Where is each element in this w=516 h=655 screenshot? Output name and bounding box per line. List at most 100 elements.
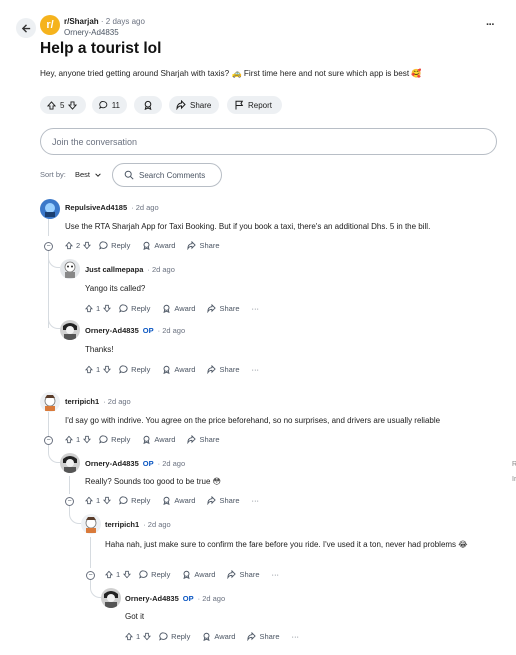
upvote-icon[interactable]	[105, 570, 113, 579]
comment-author[interactable]: Just callmepapa	[85, 265, 143, 274]
op-badge: OP	[182, 594, 194, 603]
award-label: Award	[214, 632, 236, 641]
reply-button[interactable]: Reply	[159, 632, 190, 641]
share-label: Share	[219, 365, 240, 374]
comment-text: Got it	[125, 612, 145, 621]
collapse-thread-button[interactable]: −	[44, 242, 53, 251]
downvote-icon[interactable]	[83, 435, 92, 444]
share-button[interactable]: Share	[187, 241, 220, 250]
more-options-button[interactable]: ···	[292, 632, 300, 641]
search-comments-button[interactable]: Search Comments	[112, 163, 222, 187]
vote-pill: 5	[40, 96, 86, 114]
share-icon	[207, 304, 217, 313]
award-button[interactable]: Award	[162, 365, 195, 374]
avatar[interactable]	[60, 453, 80, 473]
share-icon	[207, 496, 217, 505]
reply-button[interactable]: Reply	[119, 304, 150, 313]
join-conversation-input[interactable]: Join the conversation	[40, 128, 497, 155]
comment-actions: 1 Reply Award Share ···	[105, 570, 291, 579]
share-button[interactable]: Share	[207, 304, 240, 313]
comment-votes: 1	[96, 496, 101, 505]
more-options-button[interactable]: ···	[252, 496, 260, 505]
comment-author[interactable]: terripich1	[105, 520, 139, 529]
upvote-icon[interactable]	[65, 435, 73, 444]
award-button[interactable]: Award	[182, 570, 215, 579]
award-button[interactable]: Award	[142, 435, 175, 444]
post-author[interactable]: Ornery-Ad4835	[64, 28, 119, 37]
more-options-button[interactable]: ···	[272, 570, 280, 579]
subreddit-name[interactable]: r/Sharjah	[64, 17, 99, 26]
share-button[interactable]: Share	[187, 435, 220, 444]
comments-button[interactable]: 11	[92, 96, 127, 114]
upvote-icon[interactable]	[85, 496, 93, 505]
comment-actions: 1 Reply Award Share ···	[125, 632, 311, 641]
comment-author[interactable]: RepulsiveAd4185	[65, 203, 127, 212]
downvote-icon[interactable]	[103, 496, 112, 505]
clipped-sidebar-text: R	[512, 461, 516, 468]
award-button[interactable]: Award	[162, 304, 195, 313]
share-button[interactable]: Share	[227, 570, 260, 579]
avatar[interactable]	[101, 588, 121, 608]
reply-button[interactable]: Reply	[119, 365, 150, 374]
comment-time: · 2d ago	[147, 265, 175, 274]
share-button[interactable]: Share	[207, 365, 240, 374]
avatar[interactable]	[60, 320, 80, 340]
upvote-icon[interactable]	[85, 304, 93, 313]
award-button[interactable]: Award	[142, 241, 175, 250]
comment-icon	[119, 365, 128, 374]
reply-button[interactable]: Reply	[99, 435, 130, 444]
report-button[interactable]: Report	[227, 96, 282, 114]
downvote-icon[interactable]	[68, 100, 78, 110]
sort-by-label: Sort by:	[40, 170, 66, 179]
award-icon	[143, 241, 150, 250]
comment-author[interactable]: Ornery-Ad4835	[125, 594, 179, 603]
comment-author[interactable]: Ornery-Ad4835	[85, 326, 139, 335]
comment-time: · 2d ago	[103, 397, 131, 406]
collapse-thread-button[interactable]: −	[86, 571, 95, 580]
op-badge: OP	[142, 459, 154, 468]
avatar[interactable]	[60, 259, 80, 279]
post-time: · 2 days ago	[100, 17, 145, 26]
share-button[interactable]: Share	[207, 496, 240, 505]
upvote-icon[interactable]	[125, 632, 133, 641]
reply-button[interactable]: Reply	[119, 496, 150, 505]
avatar[interactable]	[40, 392, 60, 412]
award-button[interactable]	[134, 96, 162, 114]
collapse-thread-button[interactable]: −	[65, 497, 74, 506]
more-options-button[interactable]: ···	[486, 19, 495, 31]
award-button[interactable]: Award	[202, 632, 235, 641]
comment-time: · 2d ago	[143, 520, 171, 529]
award-icon	[143, 435, 150, 444]
share-button[interactable]: Share	[169, 96, 219, 114]
downvote-icon[interactable]	[83, 241, 92, 250]
upvote-icon[interactable]	[47, 100, 56, 110]
more-options-button[interactable]: ···	[252, 304, 260, 313]
downvote-icon[interactable]	[103, 365, 112, 374]
avatar[interactable]	[40, 199, 60, 219]
back-button[interactable]	[16, 18, 36, 38]
share-button[interactable]: Share	[247, 632, 280, 641]
sort-dropdown[interactable]: Best	[75, 170, 102, 179]
comment-actions: 2 Reply Award Share	[65, 241, 232, 250]
collapse-thread-button[interactable]: −	[44, 436, 53, 445]
downvote-icon[interactable]	[123, 570, 132, 579]
reply-button[interactable]: Reply	[99, 241, 130, 250]
comment-author[interactable]: Ornery-Ad4835	[85, 459, 139, 468]
share-icon	[176, 100, 186, 110]
comment-meta: terripich1 · 2d ago	[105, 520, 171, 529]
thread-branch	[69, 506, 81, 524]
thread-branch	[48, 311, 60, 329]
reply-button[interactable]: Reply	[139, 570, 170, 579]
award-label: Award	[174, 304, 196, 313]
downvote-icon[interactable]	[103, 304, 112, 313]
upvote-icon[interactable]	[85, 365, 93, 374]
upvote-icon[interactable]	[65, 241, 73, 250]
comment-text: Haha nah, just make sure to confirm the …	[105, 540, 468, 549]
avatar[interactable]	[81, 514, 101, 534]
comment-icon	[99, 435, 108, 444]
subreddit-icon[interactable]: r/	[40, 15, 60, 35]
comment-author[interactable]: terripich1	[65, 397, 99, 406]
more-options-button[interactable]: ···	[252, 365, 260, 374]
downvote-icon[interactable]	[143, 632, 152, 641]
award-button[interactable]: Award	[162, 496, 195, 505]
